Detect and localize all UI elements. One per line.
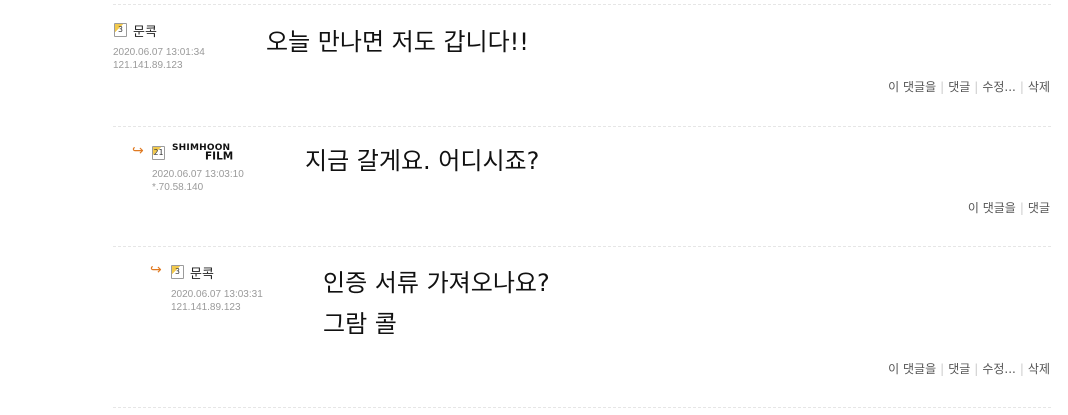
comment-body-line: 그람 콜 (323, 310, 397, 338)
shimhoon-film-logo[interactable]: SHIMHOON FILM (172, 141, 250, 160)
delete-link[interactable]: 삭제 (1028, 80, 1050, 94)
comment-ip: 121.141.89.123 (113, 60, 183, 71)
svg-text:FILM: FILM (205, 151, 233, 161)
comment-datetime: 2020.06.07 13:01:34 (113, 47, 205, 58)
comment-divider (113, 4, 1051, 5)
comment-divider (113, 407, 1051, 408)
comment-body-line: 지금 갈게요. 어디시죠? (305, 147, 540, 175)
edit-link[interactable]: 수정... (982, 362, 1016, 376)
comment-author[interactable]: 문콕 (190, 263, 214, 282)
comment-ip: 121.141.89.123 (171, 302, 241, 313)
reply-arrow-icon: ↪ (132, 143, 144, 159)
comment-datetime: 2020.06.07 13:03:10 (152, 169, 244, 180)
comment-body-line: 오늘 만나면 저도 갑니다!! (266, 28, 529, 56)
edit-link[interactable]: 수정... (982, 80, 1016, 94)
reply-this-link[interactable]: 이 댓글을 (888, 80, 936, 94)
comment-body-line: 인증 서류 가져오나요? (323, 269, 550, 297)
comment-ip: *.70.58.140 (152, 182, 204, 193)
comment-actions: 이 댓글을 | 댓글 | 수정... | 삭제 (888, 80, 1050, 94)
delete-link[interactable]: 삭제 (1028, 362, 1050, 376)
reply-link[interactable]: 댓글 (948, 362, 970, 376)
reply-link[interactable]: 댓글 (948, 80, 970, 94)
reply-link[interactable]: 댓글 (1028, 201, 1050, 215)
reply-arrow-icon: ↪ (150, 262, 162, 278)
level-badge-icon: 21 (152, 146, 165, 160)
comment-divider (113, 126, 1051, 127)
reply-this-link[interactable]: 이 댓글을 (968, 201, 1016, 215)
comment-datetime: 2020.06.07 13:03:31 (171, 289, 263, 300)
comment-author[interactable]: 문콕 (133, 21, 157, 40)
level-badge-icon: 3 (171, 265, 184, 279)
comment-divider (113, 246, 1051, 247)
comment-actions: 이 댓글을 | 댓글 | 수정... | 삭제 (888, 362, 1050, 376)
reply-this-link[interactable]: 이 댓글을 (888, 362, 936, 376)
comment-actions: 이 댓글을 | 댓글 (967, 201, 1050, 215)
level-badge-icon: 3 (114, 23, 127, 37)
